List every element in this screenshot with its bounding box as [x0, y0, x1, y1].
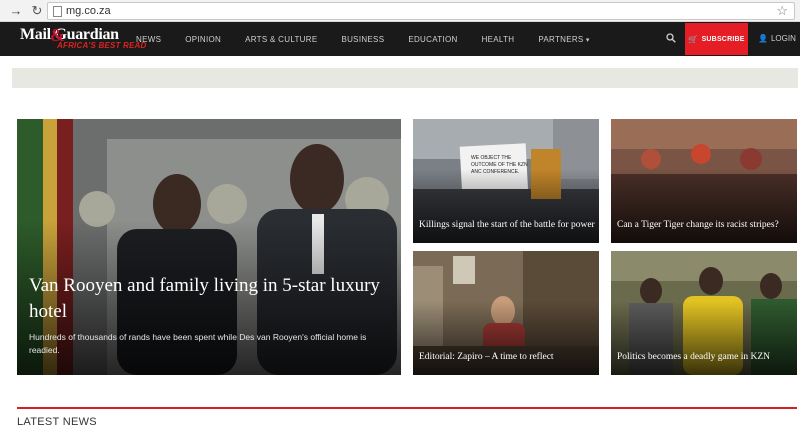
user-icon: 👤 [758, 34, 768, 43]
story-card[interactable]: Editorial: Zapiro – A time to reflect [413, 251, 599, 375]
story-title[interactable]: Politics becomes a deadly game in KZN [617, 351, 793, 363]
nav-health[interactable]: HEALTH [482, 35, 515, 44]
story-title[interactable]: Can a Tiger Tiger change its racist stri… [617, 219, 793, 231]
logo-tagline: AFRICA'S BEST READ [57, 41, 147, 50]
image-gradient [413, 300, 599, 375]
nav-partners[interactable]: PARTNERS [538, 35, 589, 44]
nav-arts-culture[interactable]: ARTS & CULTURE [245, 35, 317, 44]
story-title[interactable]: Killings signal the start of the battle … [419, 219, 595, 231]
image-gradient [413, 168, 599, 243]
nav-opinion[interactable]: OPINION [185, 35, 221, 44]
featured-story-summary: Hundreds of thousands of rands have been… [29, 332, 367, 355]
reload-icon[interactable]: ↻ [29, 3, 45, 19]
site-header: Mail Guardian & AFRICA'S BEST READ NEWS … [0, 22, 800, 56]
story-card[interactable]: WE OBJECT THE OUTCOME OF THE KZN ANC CON… [413, 119, 599, 243]
image-gradient [611, 168, 797, 243]
featured-story-title[interactable]: Van Rooyen and family living in 5-star l… [29, 273, 389, 325]
story-card[interactable]: Politics becomes a deadly game in KZN [611, 251, 797, 375]
cart-icon: 🛒 [688, 34, 699, 44]
address-bar[interactable]: mg.co.za ☆ [47, 2, 795, 20]
story-title[interactable]: Editorial: Zapiro – A time to reflect [419, 351, 595, 363]
featured-story-card[interactable]: Van Rooyen and family living in 5-star l… [17, 119, 401, 375]
image-gradient [611, 300, 797, 375]
search-icon[interactable] [666, 33, 676, 43]
subscribe-button[interactable]: 🛒 SUBSCRIBE [685, 23, 748, 55]
latest-news-divider [17, 407, 797, 409]
main-nav: NEWS OPINION ARTS & CULTURE BUSINESS EDU… [136, 22, 614, 56]
login-label: LOGIN [770, 34, 796, 43]
browser-toolbar: → ↻ mg.co.za ☆ [0, 0, 800, 22]
story-card[interactable]: Can a Tiger Tiger change its racist stri… [611, 119, 797, 243]
page-icon [53, 6, 62, 17]
ad-banner-placeholder [12, 68, 798, 88]
latest-news-heading: LATEST NEWS [17, 416, 97, 428]
subscribe-label: SUBSCRIBE [701, 35, 745, 43]
back-arrow-icon[interactable]: → [8, 3, 24, 19]
url-text[interactable]: mg.co.za [66, 4, 111, 18]
nav-education[interactable]: EDUCATION [408, 35, 457, 44]
login-link[interactable]: 👤 LOGIN [758, 34, 796, 43]
nav-business[interactable]: BUSINESS [341, 35, 384, 44]
bookmark-star-icon[interactable]: ☆ [776, 3, 788, 19]
nav-news[interactable]: NEWS [136, 35, 161, 44]
